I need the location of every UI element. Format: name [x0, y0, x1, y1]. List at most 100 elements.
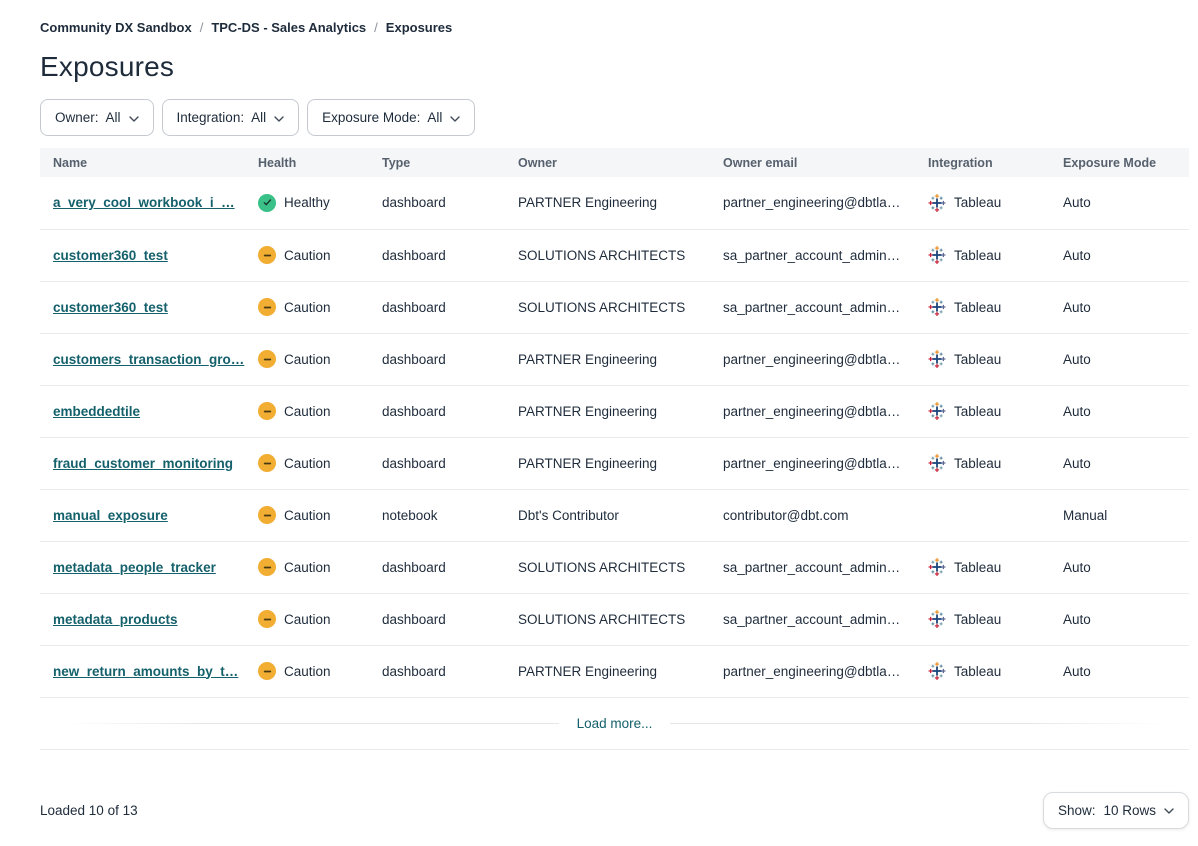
health-cell: Caution: [258, 437, 382, 489]
load-more-link[interactable]: Load more...: [559, 716, 671, 731]
owner-cell: SOLUTIONS ARCHITECTS: [518, 229, 723, 281]
integration-cell: Tableau: [928, 281, 1063, 333]
check-icon: [262, 197, 273, 208]
exposure-name-link[interactable]: metadata_products: [53, 612, 178, 627]
exposure-mode-cell: Auto: [1063, 177, 1189, 229]
type-cell: dashboard: [382, 281, 518, 333]
type-cell: dashboard: [382, 645, 518, 697]
owner-cell: PARTNER Engineering: [518, 645, 723, 697]
integration-cell: Tableau: [928, 645, 1063, 697]
filter-value: All: [106, 110, 121, 125]
type-cell: dashboard: [382, 385, 518, 437]
name-cell: customer360_test: [40, 229, 258, 281]
name-cell: customer360_test: [40, 281, 258, 333]
pagination-footer: Loaded 10 of 13 Show: 10 Rows: [40, 792, 1189, 829]
column-header-owner-email: Owner email: [723, 148, 928, 177]
tableau-icon: [928, 454, 946, 472]
breadcrumb: Community DX Sandbox / TPC-DS - Sales An…: [40, 0, 1189, 35]
exposure-name-link[interactable]: new_return_amounts_by_t…: [53, 664, 238, 679]
integration-label: Tableau: [954, 195, 1001, 210]
health-status-icon: [258, 194, 276, 212]
health-label: Caution: [284, 248, 331, 263]
owner-cell: PARTNER Engineering: [518, 437, 723, 489]
exposure-name-link[interactable]: a_very_cool_workbook_i_…: [53, 195, 235, 210]
health-status-icon: [258, 454, 276, 472]
tableau-icon: [928, 298, 946, 316]
dash-icon: [262, 458, 273, 469]
filter-label: Integration:: [177, 110, 245, 125]
exposure-mode-cell: Auto: [1063, 229, 1189, 281]
exposure-name-link[interactable]: manual_exposure: [53, 508, 168, 523]
dash-icon: [262, 510, 273, 521]
owner-email-cell: partner_engineering@dbtla…: [723, 437, 928, 489]
health-label: Caution: [284, 508, 331, 523]
table-header: Name Health Type Owner Owner email Integ…: [40, 148, 1189, 177]
health-status-icon: [258, 246, 276, 264]
health-cell: Caution: [258, 333, 382, 385]
table-row: new_return_amounts_by_t… Caution dashboa…: [40, 645, 1189, 697]
chevron-down-icon: [450, 116, 460, 122]
health-status-icon: [258, 402, 276, 420]
health-cell: Caution: [258, 229, 382, 281]
filter-value: All: [251, 110, 266, 125]
name-cell: a_very_cool_workbook_i_…: [40, 177, 258, 229]
show-label: Show:: [1058, 803, 1096, 818]
integration-cell: Tableau: [928, 333, 1063, 385]
owner-email-cell: sa_partner_account_admin…: [723, 229, 928, 281]
exposure-name-link[interactable]: metadata_people_tracker: [53, 560, 216, 575]
owner-cell: Dbt's Contributor: [518, 489, 723, 541]
integration-cell: Tableau: [928, 229, 1063, 281]
load-more-row: Load more...: [40, 698, 1189, 750]
exposure-name-link[interactable]: customer360_test: [53, 300, 168, 315]
integration-label: Tableau: [954, 664, 1001, 679]
table-row: customers_transaction_gro… Caution dashb…: [40, 333, 1189, 385]
integration-filter-dropdown[interactable]: Integration: All: [162, 99, 300, 136]
dash-icon: [262, 666, 273, 677]
health-status-icon: [258, 506, 276, 524]
exposures-table: Name Health Type Owner Owner email Integ…: [40, 148, 1189, 698]
health-cell: Caution: [258, 385, 382, 437]
show-value: 10 Rows: [1103, 803, 1156, 818]
column-header-integration: Integration: [928, 148, 1063, 177]
exposure-name-link[interactable]: embeddedtile: [53, 404, 140, 419]
integration-label: Tableau: [954, 352, 1001, 367]
table-row: metadata_people_tracker Caution dashboar…: [40, 541, 1189, 593]
health-label: Caution: [284, 300, 331, 315]
owner-email-cell: sa_partner_account_admin…: [723, 541, 928, 593]
dash-icon: [262, 302, 273, 313]
tableau-icon: [928, 350, 946, 368]
exposure-mode-cell: Auto: [1063, 645, 1189, 697]
table-row: metadata_products Caution dashboard SOLU…: [40, 593, 1189, 645]
name-cell: embeddedtile: [40, 385, 258, 437]
health-cell: Caution: [258, 489, 382, 541]
exposure-name-link[interactable]: fraud_customer_monitoring: [53, 456, 233, 471]
name-cell: metadata_products: [40, 593, 258, 645]
dash-icon: [262, 354, 273, 365]
exposure-mode-filter-dropdown[interactable]: Exposure Mode: All: [307, 99, 475, 136]
rows-per-page-dropdown[interactable]: Show: 10 Rows: [1043, 792, 1189, 829]
type-cell: dashboard: [382, 177, 518, 229]
filter-label: Exposure Mode:: [322, 110, 420, 125]
breadcrumb-environment-link[interactable]: TPC-DS - Sales Analytics: [211, 20, 366, 35]
dash-icon: [262, 406, 273, 417]
health-status-icon: [258, 298, 276, 316]
integration-label: Tableau: [954, 248, 1001, 263]
tableau-icon: [928, 558, 946, 576]
table-row: manual_exposure Caution notebook Dbt's C…: [40, 489, 1189, 541]
owner-cell: SOLUTIONS ARCHITECTS: [518, 593, 723, 645]
health-label: Caution: [284, 352, 331, 367]
breadcrumb-project-link[interactable]: Community DX Sandbox: [40, 20, 192, 35]
column-header-owner: Owner: [518, 148, 723, 177]
owner-email-cell: partner_engineering@dbtla…: [723, 645, 928, 697]
type-cell: dashboard: [382, 437, 518, 489]
exposure-name-link[interactable]: customers_transaction_gro…: [53, 352, 244, 367]
owner-email-cell: partner_engineering@dbtla…: [723, 177, 928, 229]
exposures-page: Community DX Sandbox / TPC-DS - Sales An…: [40, 0, 1189, 829]
owner-filter-dropdown[interactable]: Owner: All: [40, 99, 154, 136]
exposure-mode-cell: Auto: [1063, 593, 1189, 645]
page-title: Exposures: [40, 51, 1189, 83]
owner-cell: PARTNER Engineering: [518, 385, 723, 437]
exposure-mode-cell: Auto: [1063, 437, 1189, 489]
health-label: Caution: [284, 456, 331, 471]
exposure-name-link[interactable]: customer360_test: [53, 248, 168, 263]
